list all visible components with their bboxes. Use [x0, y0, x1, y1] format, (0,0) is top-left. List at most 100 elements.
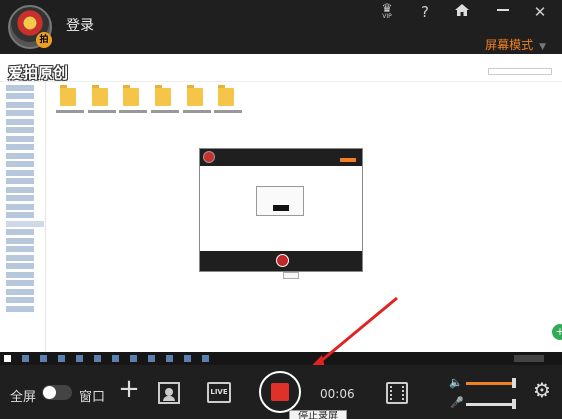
record-tooltip: 停止录屏 [289, 410, 347, 419]
camera-icon[interactable] [158, 382, 180, 404]
mic-volume-slider[interactable] [466, 399, 516, 409]
live-icon[interactable]: LIVE [207, 382, 231, 403]
microphone-icon[interactable]: 🎤 [450, 396, 464, 409]
screen-preview: 爱拍原创 + [0, 54, 562, 365]
app-logo[interactable]: 拍 [8, 5, 52, 49]
floating-widget-icon[interactable]: + [552, 324, 562, 340]
vip-button[interactable]: ♛ VIP [376, 1, 398, 21]
mini-mode-label [340, 158, 356, 162]
vip-crown-icon: ♛ [381, 1, 393, 15]
taskbar-app-icon [40, 355, 47, 362]
speaker-volume-fill [466, 382, 514, 385]
taskbar-app-icon [166, 355, 173, 362]
nav-row [6, 178, 34, 184]
film-icon[interactable] [386, 382, 408, 404]
speaker-volume-slider[interactable] [466, 378, 516, 388]
nav-row [6, 288, 34, 295]
nav-row [6, 305, 34, 312]
mini-app-logo [203, 151, 215, 163]
mini-nested-window [256, 186, 304, 216]
vip-label: VIP [382, 13, 392, 20]
taskbar-app-icon [94, 355, 101, 362]
record-stop-button[interactable] [259, 371, 301, 413]
mic-volume-handle[interactable] [511, 399, 516, 409]
taskbar-app-icon [202, 355, 209, 362]
explorer-ribbon [0, 54, 562, 82]
mini-title-bar [200, 149, 362, 166]
speaker-icon[interactable]: 🔈 [449, 376, 463, 389]
explorer-nav-pane [0, 82, 46, 352]
nav-row [6, 237, 34, 244]
nav-row [6, 263, 34, 269]
logo-badge: 拍 [36, 32, 52, 48]
folder-icon [187, 84, 203, 106]
nav-row [6, 101, 34, 108]
chevron-down-icon: ▼ [539, 42, 546, 52]
folder-label [119, 110, 147, 113]
record-stop-icon [271, 383, 289, 401]
nav-row [6, 246, 34, 252]
mini-toolbar [200, 251, 362, 271]
folder-label [183, 110, 211, 113]
taskbar-app-icon [184, 355, 191, 362]
folder-icon [218, 84, 234, 106]
mode-dropdown[interactable]: 屏幕模式 ▼ [485, 36, 546, 53]
nav-row [6, 118, 34, 125]
minimize-icon[interactable] [492, 3, 514, 21]
nav-row [6, 195, 34, 201]
folder-icon [60, 84, 76, 106]
taskbar-app-icon [76, 355, 83, 362]
system-tray [514, 355, 544, 362]
windows-taskbar [0, 352, 562, 365]
start-icon [4, 355, 11, 362]
nav-row [6, 127, 34, 133]
mini-tooltip [283, 272, 299, 279]
nav-row [6, 280, 34, 286]
nav-row [6, 161, 34, 167]
home-icon[interactable] [451, 3, 473, 21]
title-bar: 拍 登录 ♛ VIP ? ✕ 屏幕模式 ▼ [0, 0, 562, 54]
taskbar-app-icon [22, 355, 29, 362]
explorer-search [488, 68, 552, 75]
toggle-knob [43, 386, 56, 399]
nav-row [6, 254, 34, 261]
mode-label: 屏幕模式 [485, 38, 534, 52]
mic-volume-fill [466, 403, 514, 406]
nav-row [6, 152, 34, 159]
taskbar-app-icon [130, 355, 137, 362]
nav-row [6, 212, 34, 218]
nav-row [6, 169, 34, 176]
folder-icon [123, 84, 139, 106]
nested-app-screenshot [199, 148, 363, 272]
folder-label [214, 110, 242, 113]
nav-row [6, 271, 34, 278]
nav-row [6, 297, 34, 303]
nav-row-selected [6, 220, 44, 227]
speaker-volume-handle[interactable] [511, 378, 516, 388]
bottom-toolbar: 全屏 窗口 + LIVE 00:06 🔈 🎤 ⚙ [0, 365, 562, 419]
nav-row [6, 110, 34, 116]
recording-timer: 00:06 [320, 387, 355, 401]
capture-mode-toggle[interactable] [42, 385, 72, 400]
taskbar-app-icon [112, 355, 119, 362]
add-icon[interactable]: + [117, 376, 141, 402]
nav-row [6, 84, 34, 91]
folder-label [151, 110, 179, 113]
nav-row [6, 144, 34, 150]
nav-row [6, 229, 34, 235]
window-label[interactable]: 窗口 [79, 386, 105, 405]
folder-icon [92, 84, 108, 106]
nav-row [6, 203, 34, 210]
settings-gear-icon[interactable]: ⚙ [531, 379, 553, 401]
close-icon[interactable]: ✕ [529, 3, 551, 21]
fullscreen-label[interactable]: 全屏 [10, 386, 36, 405]
mini-record-button [276, 254, 289, 267]
help-icon[interactable]: ? [414, 3, 436, 21]
folder-icon [155, 84, 171, 106]
folder-label [56, 110, 84, 113]
watermark: 爱拍原创 [8, 64, 69, 82]
taskbar-app-icon [58, 355, 65, 362]
folder-label [88, 110, 116, 113]
login-link[interactable]: 登录 [66, 15, 94, 35]
nav-row [6, 186, 34, 193]
